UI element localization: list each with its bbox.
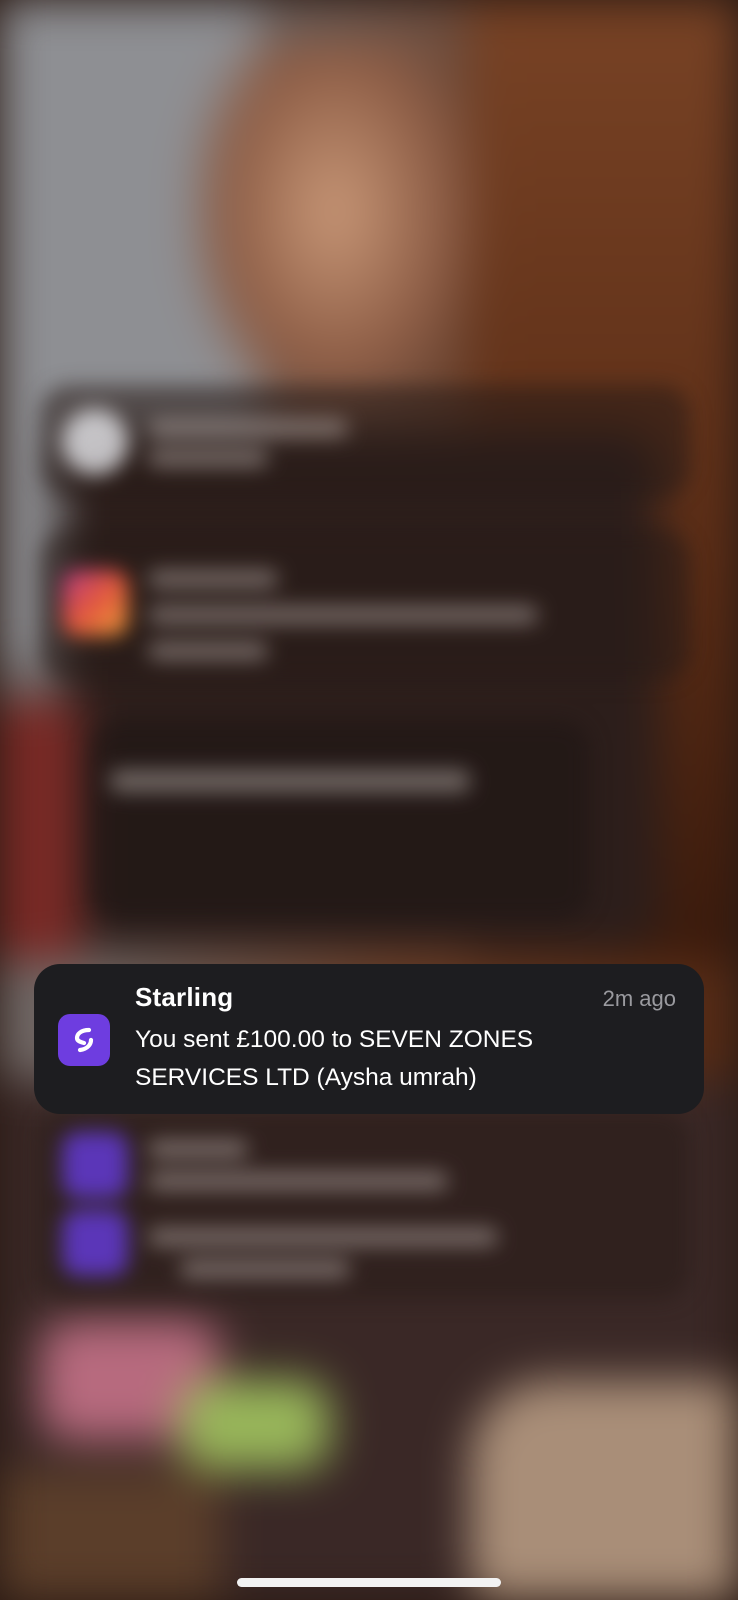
blurred-notification xyxy=(40,530,690,680)
starling-logo-icon xyxy=(58,1014,110,1066)
blurred-notification xyxy=(40,1110,690,1300)
notification-timestamp: 2m ago xyxy=(602,986,676,1011)
blurred-notification xyxy=(90,720,590,920)
blurred-notification-stack xyxy=(0,0,738,1600)
notification-app-name: Starling xyxy=(135,982,234,1012)
home-indicator[interactable] xyxy=(237,1578,501,1587)
lock-screen: Starling 2m ago You sent £100.00 to SEVE… xyxy=(0,0,738,1600)
blurred-notification xyxy=(40,385,690,497)
notification-message: You sent £100.00 to SEVEN ZONES SERVICES… xyxy=(135,1026,534,1091)
starling-notification[interactable]: Starling 2m ago You sent £100.00 to SEVE… xyxy=(34,964,704,1114)
